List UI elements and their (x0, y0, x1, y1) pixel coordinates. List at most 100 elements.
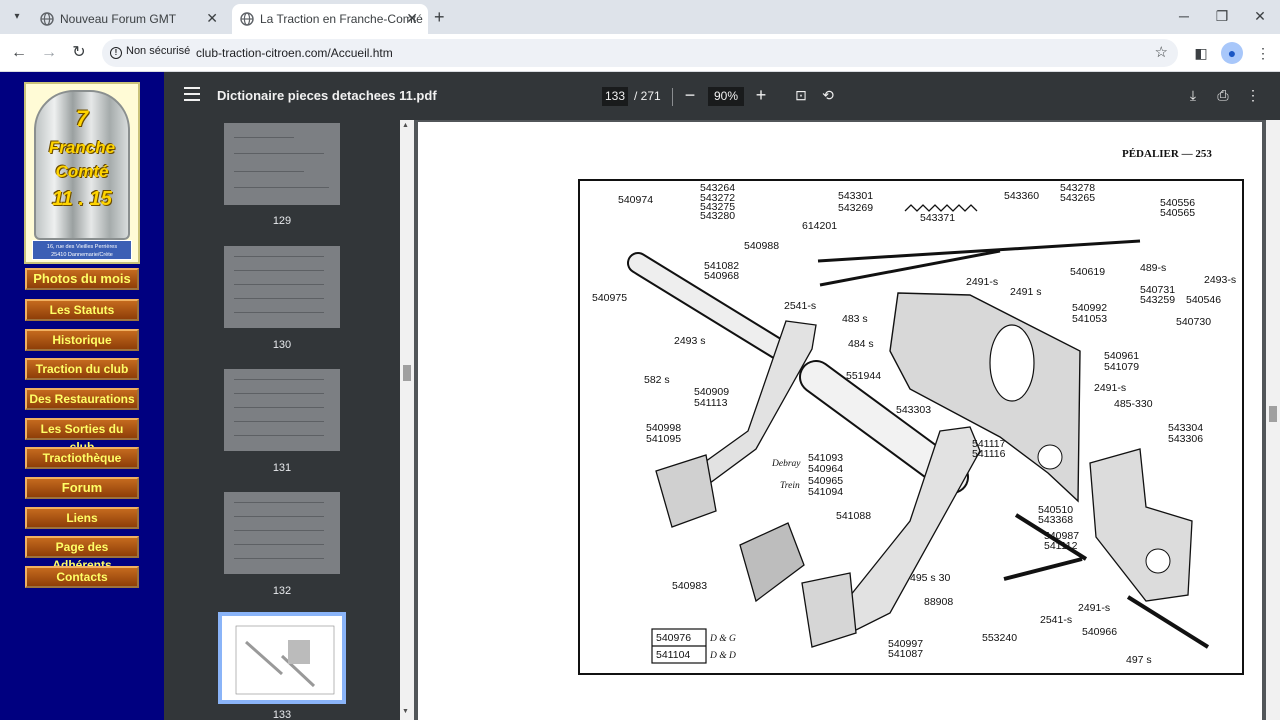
pdf-document-title: Dictionaire pieces detachees 11.pdf (217, 88, 437, 103)
tab-strip: ▾ Nouveau Forum GMT ✕ La Traction en Fra… (0, 0, 1280, 34)
menu-photos-du-mois[interactable]: Photos du mois (25, 268, 139, 290)
maximize-icon[interactable]: ❐ (1210, 6, 1234, 26)
menu-les-sorties-du-club[interactable]: Les Sorties du club (25, 418, 139, 454)
address-bar[interactable]: ! Non sécurisé club-traction-citroen.com/… (102, 39, 1178, 67)
menu-les-statuts[interactable]: Les Statuts (25, 299, 139, 321)
part-label: 543265 (1060, 192, 1095, 204)
part-label: 541104 (656, 649, 690, 661)
globe-icon (40, 12, 54, 26)
part-label: 541095 (646, 433, 681, 445)
part-label: 540966 (1082, 626, 1117, 638)
browser-toolbar: ← → ↻ ! Non sécurisé club-traction-citroe… (0, 34, 1280, 72)
sidebar-menu-icon[interactable] (184, 87, 200, 101)
tab-title: Nouveau Forum GMT (60, 12, 177, 26)
back-arrow-icon[interactable]: ← (8, 42, 30, 64)
pdf-page: PÉDALIER — 253 540974 540975 543264 5432… (418, 122, 1262, 720)
fit-to-page-icon[interactable]: ⊡ (791, 85, 811, 105)
rotate-icon[interactable]: ⟲ (818, 85, 838, 105)
print-icon[interactable]: ⎙ (1213, 85, 1233, 105)
part-label: 2491-s (966, 276, 998, 288)
thumbnail-page[interactable] (224, 246, 340, 328)
menu-historique[interactable]: Historique (25, 329, 139, 351)
globe-icon (240, 12, 254, 26)
new-tab-button[interactable]: + (434, 7, 445, 28)
thumbnail-drawing-preview (235, 625, 335, 695)
logo-text-franche: Franche (48, 138, 116, 157)
menu-tractiotheque[interactable]: Tractiothèque (25, 447, 139, 469)
part-label: 541053 (1072, 313, 1107, 325)
thumbnail-label: 129 (272, 215, 292, 227)
bookmark-star-icon[interactable]: ☆ (1155, 43, 1168, 61)
thumbnail-page[interactable] (224, 492, 340, 574)
reload-icon[interactable]: ↻ (68, 42, 90, 64)
part-label: 543303 (896, 404, 931, 416)
page-number-input[interactable]: 133 (602, 87, 628, 106)
club-logo[interactable]: 7 Franche Comté 11 . 15 16, rue des Viei… (24, 82, 140, 264)
menu-page-des-adherents[interactable]: Page des Adhérents (25, 536, 139, 572)
url-text[interactable]: club-traction-citroen.com/Accueil.htm (196, 46, 393, 60)
tab-search-chevron-icon[interactable]: ▾ (8, 8, 26, 26)
more-actions-icon[interactable]: ⋮ (1243, 85, 1263, 105)
menu-traction-du-club[interactable]: Traction du club (25, 358, 139, 380)
pedal-assembly-drawing: 540974 540975 543264 543272 543275 54328… (592, 182, 1236, 666)
forward-arrow-icon[interactable]: → (38, 42, 60, 64)
part-label: 540968 (704, 270, 739, 282)
side-panel-icon[interactable]: ◧ (1190, 42, 1212, 64)
download-icon[interactable]: ⤓ (1183, 85, 1203, 105)
part-label: 543259 (1140, 294, 1175, 306)
part-label: 551944 (846, 370, 881, 382)
part-label: 541079 (1104, 361, 1139, 373)
tab-title: La Traction en Franche-Comté (260, 12, 423, 26)
menu-liens[interactable]: Liens (25, 507, 139, 529)
thumbnail-page[interactable] (224, 369, 340, 451)
part-label: 2493 s (674, 335, 706, 347)
drawing-frame: 540974 540975 543264 543272 543275 54328… (578, 179, 1244, 675)
close-tab-icon[interactable]: ✕ (206, 10, 218, 27)
thumbnail-label: 131 (272, 462, 292, 474)
thumbnail-label: 133 (272, 709, 292, 720)
part-label: 540565 (1160, 207, 1195, 219)
document-scrollbar[interactable] (1266, 120, 1280, 720)
security-chip[interactable]: ! Non sécurisé (110, 45, 190, 59)
part-label: 540974 (618, 194, 653, 206)
menu-des-restaurations[interactable]: Des Restaurations (25, 388, 139, 410)
minimize-icon[interactable]: ─ (1172, 6, 1196, 26)
page-total: / 271 (634, 89, 661, 103)
annotation-label: D & G (709, 634, 736, 644)
part-label: 543360 (1004, 190, 1039, 202)
more-menu-icon[interactable]: ⋮ (1252, 42, 1274, 64)
profile-avatar-icon[interactable]: ● (1221, 42, 1243, 64)
thumbnail-label: 132 (272, 585, 292, 597)
page-heading: PÉDALIER — 253 (1122, 148, 1212, 160)
menu-contacts[interactable]: Contacts (25, 566, 139, 588)
part-label: 541088 (836, 510, 871, 522)
zoom-level-input[interactable]: 90% (708, 87, 744, 106)
scrollbar-thumb[interactable] (1269, 406, 1277, 422)
part-label: 553240 (982, 632, 1017, 644)
scrollbar-thumb[interactable] (403, 365, 411, 381)
zoom-out-icon[interactable]: − (679, 84, 701, 106)
warning-icon: ! (110, 47, 122, 59)
thumbnail-label: 130 (272, 339, 292, 351)
part-label: 543371 (920, 212, 955, 224)
part-label: 543280 (700, 210, 735, 222)
thumbnail-sidebar[interactable]: 129 130 131 132 133 (164, 120, 400, 720)
annotation-label: D & D (709, 651, 736, 661)
part-label: 543269 (838, 202, 873, 214)
thumbnail-page[interactable] (224, 123, 340, 205)
menu-forum[interactable]: Forum (25, 477, 139, 499)
part-label: 543368 (1038, 514, 1073, 526)
tab-traction[interactable]: La Traction en Franche-Comté ✕ (232, 4, 428, 34)
annotation-label: Trein (780, 481, 800, 491)
part-label: 540988 (744, 240, 779, 252)
zoom-in-icon[interactable]: + (750, 84, 772, 106)
logo-number: 7 (75, 106, 89, 131)
thumbnail-scrollbar[interactable]: ▲ ▼ (400, 120, 414, 720)
tab-nouveau-forum[interactable]: Nouveau Forum GMT ✕ (32, 4, 228, 34)
part-label: 614201 (802, 220, 837, 232)
close-tab-icon[interactable]: ✕ (406, 10, 418, 27)
part-label: 497 s (1126, 654, 1152, 666)
thumbnail-page-selected[interactable] (218, 612, 346, 704)
close-window-icon[interactable]: ✕ (1248, 6, 1272, 26)
part-label: 543306 (1168, 433, 1203, 445)
